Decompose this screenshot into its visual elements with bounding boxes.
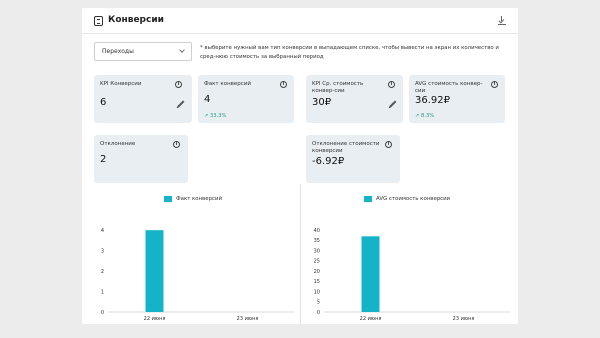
card-kpi-conversions: KPI Конверсии 6 — [94, 75, 192, 123]
card-value: -6.92₽ — [312, 156, 345, 167]
download-icon[interactable] — [498, 16, 506, 25]
card-value: 2 — [100, 154, 107, 165]
y-tick-label: 30 — [314, 248, 320, 254]
y-tick-label: 0 — [317, 310, 320, 316]
info-icon[interactable] — [491, 81, 498, 88]
x-tick-label: 22 июня — [144, 316, 166, 322]
delta-badge: ↗ 8.3% — [415, 113, 435, 119]
card-deviation: Отклонение 2 — [94, 135, 188, 183]
conversion-type-value: Переходы — [102, 48, 134, 55]
card-label: Факт конверсий — [204, 81, 251, 87]
card-label: Отклонение стоимости конверсии — [312, 141, 380, 154]
y-tick-label: 1 — [101, 289, 104, 295]
report-icon — [94, 16, 103, 26]
info-icon[interactable] — [175, 81, 182, 88]
card-fact-conversions: Факт конверсий 4 ↗ 33.3% — [198, 75, 294, 123]
y-tick-label: 35 — [314, 238, 320, 244]
card-label: KPI Ср. стоимость конвер-сии — [312, 81, 364, 94]
card-kpi-cost: KPI Ср. стоимость конвер-сии 30₽ — [306, 75, 403, 123]
legend-swatch — [164, 196, 172, 202]
y-tick-label: 5 — [317, 300, 320, 306]
x-tick-label: 23 июня — [453, 316, 475, 322]
panel-header: Конверсии — [82, 8, 518, 34]
info-icon[interactable] — [280, 81, 287, 88]
filter-hint: * выберите нужный вам тип конверсии в вы… — [200, 45, 499, 60]
card-value: 30₽ — [312, 97, 332, 108]
delta-badge: ↗ 33.3% — [204, 113, 227, 119]
edit-icon[interactable] — [177, 100, 185, 108]
conversions-panel: Конверсии Переходы * выберите нужный вам… — [82, 8, 518, 324]
y-tick-label: 0 — [101, 310, 104, 316]
x-tick-label: 23 июня — [237, 316, 259, 322]
info-icon[interactable] — [388, 81, 395, 88]
bar — [145, 230, 164, 312]
edit-icon[interactable] — [389, 100, 397, 108]
card-value: 4 — [204, 94, 211, 105]
chart-legend[interactable]: Факт конверсий — [164, 196, 222, 203]
y-tick-label: 40 — [314, 228, 320, 234]
legend-label: Факт конверсий — [176, 196, 223, 202]
chevron-down-icon — [179, 47, 185, 53]
card-label: KPI Конверсии — [100, 81, 142, 87]
card-cost-deviation: Отклонение стоимости конверсии -6.92₽ — [306, 135, 400, 183]
y-tick-label: 3 — [101, 248, 104, 254]
info-icon[interactable] — [173, 141, 180, 148]
card-label: AVG стоимость конвер-сии — [415, 81, 483, 94]
card-value: 36.92₽ — [415, 95, 450, 106]
chart-legend[interactable]: AVG стоимость конверсии — [364, 196, 450, 203]
y-tick-label: 10 — [314, 289, 320, 295]
y-tick-label: 15 — [314, 279, 320, 285]
bar — [361, 236, 380, 312]
card-label: Отклонение — [100, 141, 136, 147]
legend-label: AVG стоимость конверсии — [376, 196, 451, 202]
y-tick-label: 2 — [101, 269, 104, 275]
avg-cost-chart: 0 5 10 15 20 25 30 35 40 22 июня 23 июня — [314, 228, 510, 322]
y-tick-label: 4 — [101, 228, 104, 234]
conversion-type-select[interactable]: Переходы — [94, 42, 192, 61]
fact-conversions-chart: 0 1 2 3 4 22 июня 23 июня — [101, 228, 294, 322]
card-value: 6 — [100, 97, 107, 108]
info-icon[interactable] — [385, 141, 392, 148]
panel-title: Конверсии — [108, 15, 164, 25]
card-avg-cost: AVG стоимость конвер-сии 36.92₽ ↗ 8.3% — [409, 75, 505, 123]
y-tick-label: 25 — [314, 259, 320, 265]
y-tick-label: 20 — [314, 269, 320, 275]
x-tick-label: 22 июня — [360, 316, 382, 322]
legend-swatch — [364, 196, 372, 202]
